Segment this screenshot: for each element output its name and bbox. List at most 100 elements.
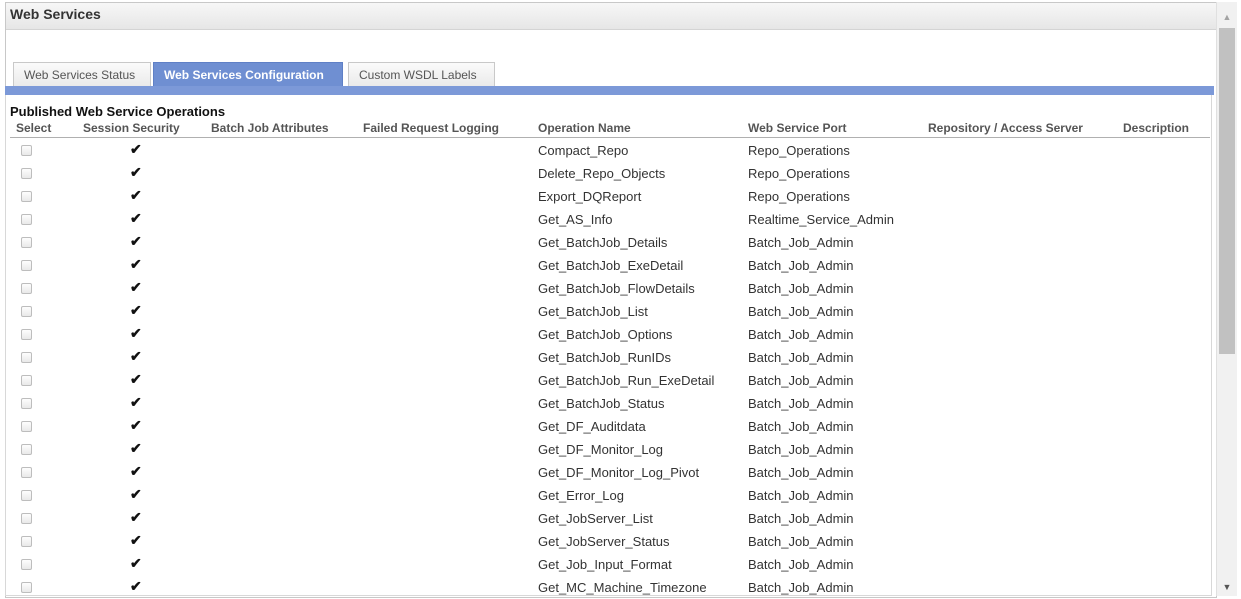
select-checkbox[interactable] <box>21 582 32 593</box>
scrollbar-thumb[interactable] <box>1219 28 1235 354</box>
section-title: Published Web Service Operations <box>10 104 226 119</box>
arrow-up-icon[interactable]: ▲ <box>1217 2 1237 28</box>
table-row[interactable]: ✔ Delete_Repo_Objects Repo_Operations <box>10 162 1210 185</box>
select-checkbox[interactable] <box>21 513 32 524</box>
checkmark-icon: ✔ <box>130 187 142 203</box>
panel-titlebar: Web Services <box>6 3 1216 30</box>
web-service-port: Batch_Job_Admin <box>748 488 854 503</box>
select-checkbox[interactable] <box>21 329 32 340</box>
column-header-batch-job-attributes[interactable]: Batch Job Attributes <box>211 121 329 135</box>
table-row[interactable]: ✔ Compact_Repo Repo_Operations <box>10 139 1210 162</box>
table-row[interactable]: ✔ Get_Job_Input_Format Batch_Job_Admin <box>10 553 1210 576</box>
select-checkbox[interactable] <box>21 559 32 570</box>
operation-name: Export_DQReport <box>538 189 642 204</box>
table-row[interactable]: ✔ Get_DF_Auditdata Batch_Job_Admin <box>10 415 1210 438</box>
panel-title: Web Services <box>10 6 101 22</box>
web-service-port: Batch_Job_Admin <box>748 580 854 595</box>
operation-name: Get_BatchJob_Details <box>538 235 668 250</box>
tab-web-services-configuration[interactable]: Web Services Configuration <box>153 62 343 86</box>
table-row[interactable]: ✔ Get_BatchJob_RunIDs Batch_Job_Admin <box>10 346 1210 369</box>
web-service-port: Batch_Job_Admin <box>748 304 854 319</box>
select-checkbox[interactable] <box>21 398 32 409</box>
tab-content-band <box>5 86 1214 95</box>
operation-name: Get_BatchJob_Options <box>538 327 673 342</box>
column-header-description[interactable]: Description <box>1123 121 1189 135</box>
select-checkbox[interactable] <box>21 260 32 271</box>
select-checkbox[interactable] <box>21 145 32 156</box>
operation-name: Get_BatchJob_RunIDs <box>538 350 671 365</box>
operation-name: Delete_Repo_Objects <box>538 166 666 181</box>
column-header-operation-name[interactable]: Operation Name <box>538 121 631 135</box>
arrow-down-icon[interactable]: ▼ <box>1217 578 1237 596</box>
table-row[interactable]: ✔ Get_JobServer_List Batch_Job_Admin <box>10 507 1210 530</box>
column-header-repository-access-server[interactable]: Repository / Access Server <box>928 121 1083 135</box>
operation-name: Get_BatchJob_Status <box>538 396 665 411</box>
operation-name: Get_DF_Auditdata <box>538 419 646 434</box>
select-checkbox[interactable] <box>21 283 32 294</box>
table-row[interactable]: ✔ Get_BatchJob_Options Batch_Job_Admin <box>10 323 1210 346</box>
table-row[interactable]: ✔ Get_BatchJob_Details Batch_Job_Admin <box>10 231 1210 254</box>
operation-name: Get_DF_Monitor_Log_Pivot <box>538 465 700 480</box>
select-checkbox[interactable] <box>21 421 32 432</box>
web-service-port: Batch_Job_Admin <box>748 442 854 457</box>
vertical-scrollbar[interactable]: ▲ ▼ <box>1216 2 1237 596</box>
column-header-failed-request-logging[interactable]: Failed Request Logging <box>363 121 499 135</box>
select-checkbox[interactable] <box>21 214 32 225</box>
tab-web-services-status[interactable]: Web Services Status <box>13 62 151 86</box>
table-row[interactable]: ✔ Get_DF_Monitor_Log_Pivot Batch_Job_Admin <box>10 461 1210 484</box>
table-row[interactable]: ✔ Get_MC_Machine_Timezone Batch_Job_Admin <box>10 576 1210 595</box>
select-checkbox[interactable] <box>21 444 32 455</box>
select-checkbox[interactable] <box>21 237 32 248</box>
checkmark-icon: ✔ <box>130 417 142 433</box>
checkmark-icon: ✔ <box>130 210 142 226</box>
operation-name: Get_AS_Info <box>538 212 613 227</box>
column-header-web-service-port[interactable]: Web Service Port <box>748 121 846 135</box>
operations-table-body: ✔ Compact_Repo Repo_Operations ✔ Delete_Repo… <box>10 139 1210 595</box>
select-checkbox[interactable] <box>21 536 32 547</box>
checkmark-icon: ✔ <box>130 463 142 479</box>
table-row[interactable]: ✔ Get_Error_Log Batch_Job_Admin <box>10 484 1210 507</box>
web-service-port: Realtime_Service_Admin <box>748 212 894 227</box>
checkmark-icon: ✔ <box>130 256 142 272</box>
web-service-port: Batch_Job_Admin <box>748 258 854 273</box>
table-row[interactable]: ✔ Export_DQReport Repo_Operations <box>10 185 1210 208</box>
select-checkbox[interactable] <box>21 191 32 202</box>
table-row[interactable]: ✔ Get_JobServer_Status Batch_Job_Admin <box>10 530 1210 553</box>
table-row[interactable]: ✔ Get_DF_Monitor_Log Batch_Job_Admin <box>10 438 1210 461</box>
checkmark-icon: ✔ <box>130 348 142 364</box>
select-checkbox[interactable] <box>21 467 32 478</box>
table-row[interactable]: ✔ Get_AS_Info Realtime_Service_Admin <box>10 208 1210 231</box>
tab-custom-wsdl-labels[interactable]: Custom WSDL Labels <box>348 62 495 86</box>
operation-name: Get_BatchJob_List <box>538 304 648 319</box>
web-service-port: Batch_Job_Admin <box>748 350 854 365</box>
web-service-port: Batch_Job_Admin <box>748 281 854 296</box>
operation-name: Get_BatchJob_Run_ExeDetail <box>538 373 715 388</box>
column-header-session-security[interactable]: Session Security <box>83 121 180 135</box>
table-row[interactable]: ✔ Get_BatchJob_FlowDetails Batch_Job_Admin <box>10 277 1210 300</box>
checkmark-icon: ✔ <box>130 279 142 295</box>
select-checkbox[interactable] <box>21 352 32 363</box>
select-checkbox[interactable] <box>21 490 32 501</box>
web-service-port: Repo_Operations <box>748 189 850 204</box>
table-row[interactable]: ✔ Get_BatchJob_List Batch_Job_Admin <box>10 300 1210 323</box>
operation-name: Get_Error_Log <box>538 488 624 503</box>
column-header-select[interactable]: Select <box>16 121 51 135</box>
select-checkbox[interactable] <box>21 306 32 317</box>
checkmark-icon: ✔ <box>130 325 142 341</box>
select-checkbox[interactable] <box>21 168 32 179</box>
table-row[interactable]: ✔ Get_BatchJob_Run_ExeDetail Batch_Job_Adm… <box>10 369 1210 392</box>
operation-name: Get_JobServer_List <box>538 511 653 526</box>
web-service-port: Repo_Operations <box>748 143 850 158</box>
checkmark-icon: ✔ <box>130 302 142 318</box>
checkmark-icon: ✔ <box>130 532 142 548</box>
checkmark-icon: ✔ <box>130 486 142 502</box>
web-service-port: Batch_Job_Admin <box>748 534 854 549</box>
web-service-port: Batch_Job_Admin <box>748 465 854 480</box>
web-service-port: Batch_Job_Admin <box>748 327 854 342</box>
table-row[interactable]: ✔ Get_BatchJob_ExeDetail Batch_Job_Admin <box>10 254 1210 277</box>
select-checkbox[interactable] <box>21 375 32 386</box>
operation-name: Get_BatchJob_FlowDetails <box>538 281 695 296</box>
table-row[interactable]: ✔ Get_BatchJob_Status Batch_Job_Admin <box>10 392 1210 415</box>
web-service-port: Batch_Job_Admin <box>748 419 854 434</box>
web-service-port: Repo_Operations <box>748 166 850 181</box>
